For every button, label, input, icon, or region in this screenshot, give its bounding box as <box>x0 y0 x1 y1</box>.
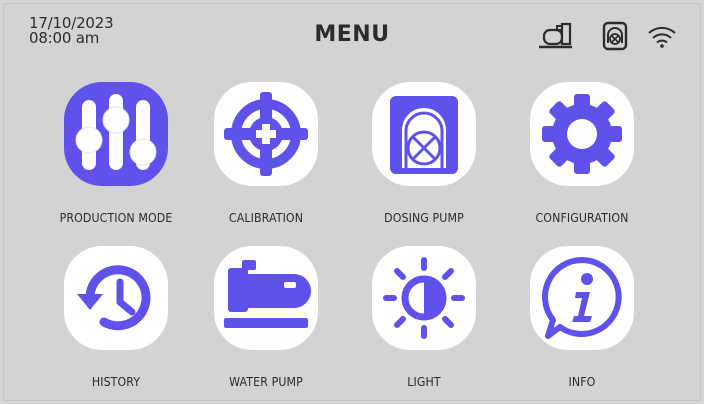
menu-item-water-pump[interactable] <box>214 246 318 350</box>
brightness-icon <box>383 257 465 339</box>
dosing-pump-status-icon <box>602 21 628 51</box>
water-pump-status-icon <box>539 22 572 49</box>
crosshair-icon <box>224 92 308 176</box>
water-pump-icon <box>224 260 311 328</box>
menu-item-dosing-pump[interactable] <box>372 82 476 186</box>
menu-item-configuration[interactable] <box>530 82 634 186</box>
gear-icon <box>542 94 622 174</box>
sliders-icon <box>75 94 157 170</box>
menu-item-light[interactable] <box>372 246 476 350</box>
menu-item-label: PRODUCTION MODE <box>59 211 173 225</box>
page-title: MENU <box>314 22 390 47</box>
menu-item-info[interactable] <box>530 246 634 350</box>
menu-item-label: LIGHT <box>407 375 441 389</box>
dosing-pump-icon <box>390 96 458 174</box>
menu-item-label: INFO <box>568 375 596 389</box>
menu-item-label: CALIBRATION <box>228 211 304 225</box>
history-icon <box>77 265 151 331</box>
menu-item-calibration[interactable] <box>214 82 318 186</box>
menu-item-label: CONFIGURATION <box>535 211 629 225</box>
menu-item-history[interactable] <box>64 246 168 350</box>
menu-item-production-mode[interactable] <box>64 82 168 186</box>
menu-item-label: HISTORY <box>91 375 141 389</box>
menu-item-label: WATER PUMP <box>229 375 303 389</box>
wifi-icon <box>648 26 676 48</box>
menu-item-label: DOSING PUMP <box>384 211 464 225</box>
info-icon <box>541 257 622 339</box>
